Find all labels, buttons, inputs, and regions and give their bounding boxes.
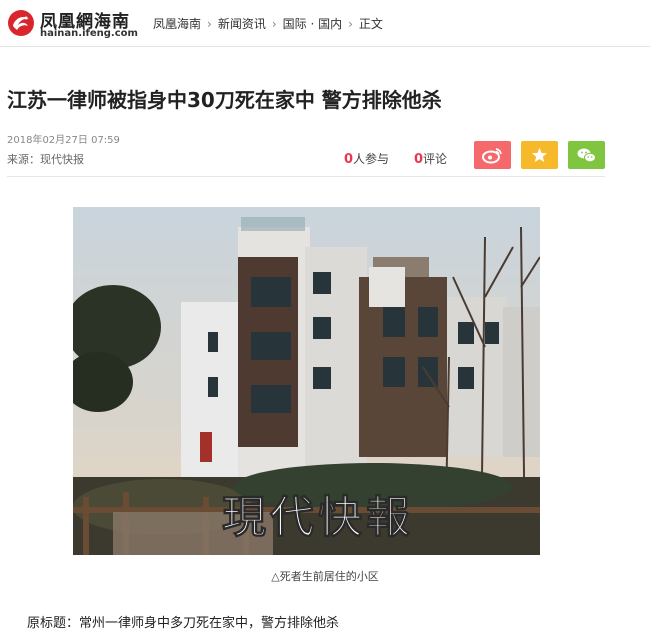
breadcrumb-separator: › [348, 17, 353, 31]
breadcrumb-current: 正文 [358, 17, 383, 31]
favorite-button[interactable] [521, 141, 558, 169]
participants-number: 0 [344, 152, 354, 167]
participants-label: 人参与 [353, 152, 390, 166]
participants-count[interactable]: 0人参与 [344, 150, 389, 167]
breadcrumb-separator: › [271, 17, 277, 31]
image-watermark: 現代快報 [222, 492, 414, 543]
article-source: 来源：现代快报 [7, 153, 84, 166]
article-date: 2018年02月27日 07:59 [7, 135, 120, 146]
breadcrumb-news[interactable]: 新闻资讯 [218, 17, 266, 31]
phoenix-logo-icon [8, 10, 34, 36]
breadcrumb-home[interactable]: 凤凰海南 [153, 17, 201, 31]
article-title: 江苏一律师被指身中30刀死在家中 警方排除他杀 [7, 88, 442, 112]
share-wechat-button[interactable] [568, 141, 605, 169]
wechat-icon [577, 148, 596, 163]
divider [7, 176, 605, 177]
site-logo[interactable]: 凤凰網海南 hainan.ifeng.com [7, 7, 147, 39]
top-bar: 凤凰網海南 hainan.ifeng.com 凤凰海南 › 新闻资讯 › 国际 · 国内… [0, 0, 650, 47]
share-weibo-button[interactable] [474, 141, 511, 169]
weibo-icon [482, 148, 502, 164]
comments-number: 0 [414, 152, 424, 167]
logo-domain: hainan.ifeng.com [40, 28, 138, 39]
comments-label: 评论 [423, 152, 448, 166]
article-paragraph: 原标题：常州一律师身中多刀死在家中，警方排除他杀 [27, 616, 340, 631]
breadcrumb: 凤凰海南 › 新闻资讯 › 国际 · 国内 › 正文 [153, 15, 383, 32]
breadcrumb-international[interactable]: 国际 · 国内 [283, 17, 342, 31]
breadcrumb-separator: › [207, 17, 212, 31]
star-icon [532, 148, 547, 162]
article-photo: 現代快報 [73, 207, 540, 555]
image-caption: △死者生前居住的小区 [271, 570, 379, 583]
comments-count[interactable]: 0评论 [414, 150, 447, 167]
